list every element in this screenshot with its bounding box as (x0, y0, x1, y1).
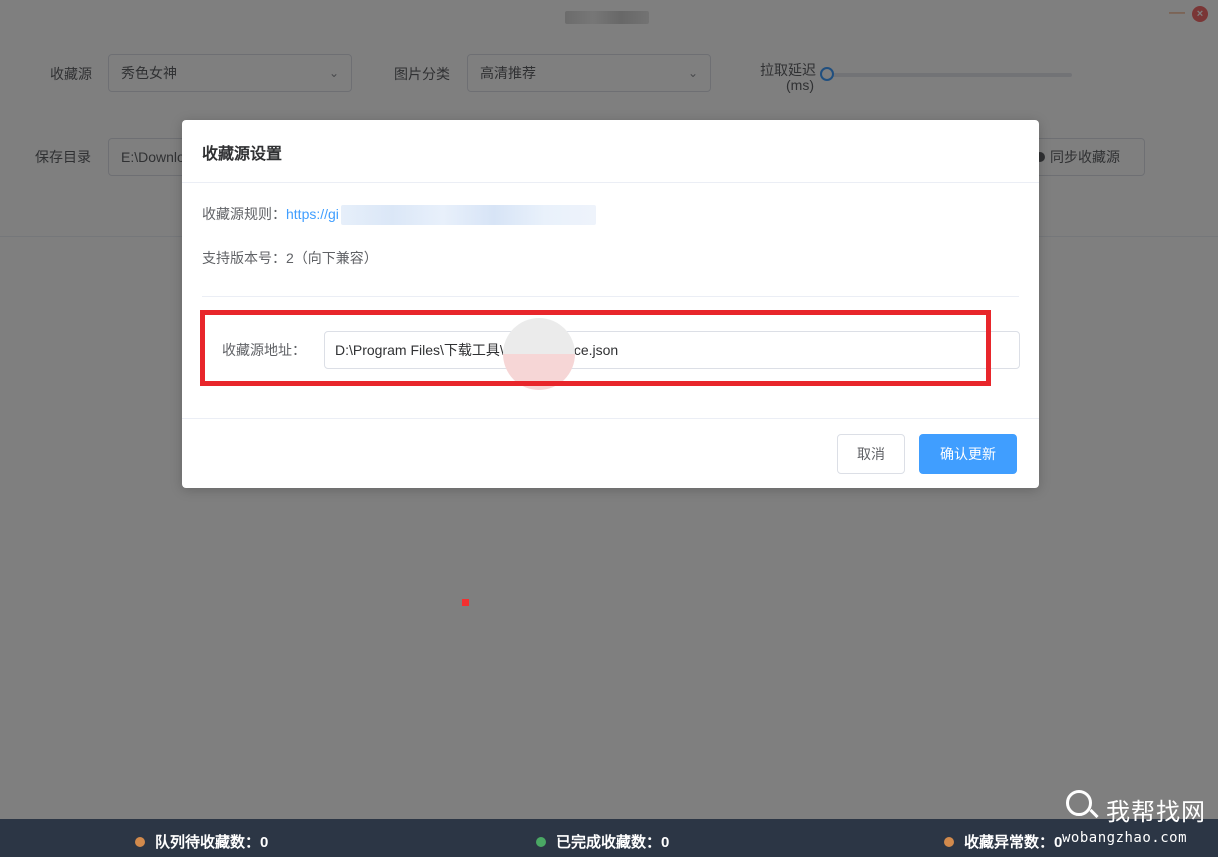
dialog-title: 收藏源设置 (202, 146, 283, 163)
magnifier-icon (1066, 790, 1092, 816)
source-rule-label: 收藏源规则： (202, 206, 286, 222)
source-rule-row: 收藏源规则：https://gi (202, 204, 596, 226)
source-settings-dialog: 收藏源设置 收藏源规则：https://gi 支持版本号：2（向下兼容） 收藏源… (182, 120, 1039, 488)
done-count: 已完成收藏数：0 (536, 819, 669, 857)
done-status-dot (536, 837, 546, 847)
error-status-dot (944, 837, 954, 847)
dialog-header-divider (182, 182, 1039, 183)
source-rule-link[interactable]: https://gi (286, 206, 339, 222)
annotation-highlight-box (200, 310, 991, 386)
queue-count: 队列待收藏数：0 (135, 819, 268, 857)
error-count-label: 收藏异常数：0 (964, 834, 1063, 851)
status-bar: 队列待收藏数：0 已完成收藏数：0 收藏异常数：0 (0, 819, 1218, 857)
queue-count-label: 队列待收藏数：0 (155, 834, 269, 851)
supported-version-text: 支持版本号：2（向下兼容） (202, 250, 378, 266)
queue-status-dot (135, 837, 145, 847)
dialog-section-divider (202, 296, 1019, 297)
site-watermark: 我帮找网 wobangzhao.com (1062, 788, 1218, 852)
done-count-label: 已完成收藏数：0 (556, 834, 670, 851)
dialog-footer-divider (182, 418, 1039, 419)
cursor-marker (462, 599, 469, 606)
magnifier-handle-icon (1089, 808, 1099, 819)
watermark-cn: 我帮找网 (1106, 798, 1206, 826)
error-count: 收藏异常数：0 (944, 819, 1062, 857)
confirm-update-button[interactable]: 确认更新 (919, 434, 1017, 474)
source-rule-link-blurred (340, 205, 596, 226)
watermark-en: wobangzhao.com (1062, 830, 1188, 846)
cancel-button[interactable]: 取消 (837, 434, 905, 474)
